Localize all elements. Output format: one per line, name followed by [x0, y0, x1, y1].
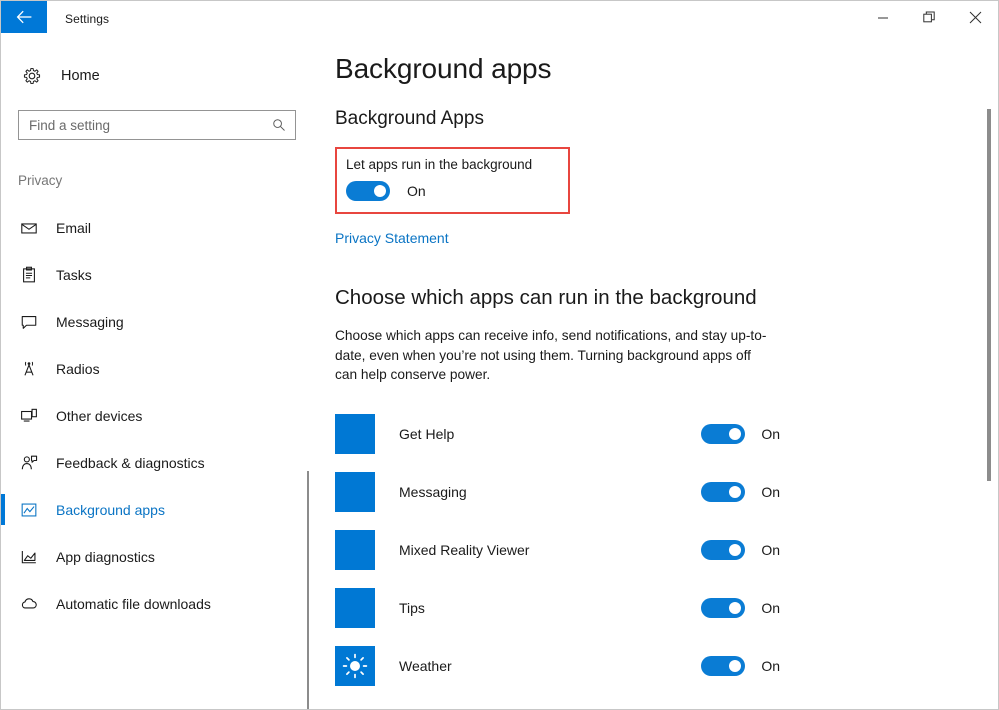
sidebar-item-label: Feedback & diagnostics: [56, 454, 205, 471]
app-toggle-switch[interactable]: [701, 481, 746, 502]
sun-icon: [342, 653, 368, 678]
app-row: Messaging On: [335, 463, 780, 521]
close-button[interactable]: [952, 1, 998, 34]
sidebar-home-label: Home: [61, 68, 100, 84]
sidebar-item-automatic-file-downloads[interactable]: Automatic file downloads: [1, 580, 309, 627]
master-toggle-row: On: [346, 181, 558, 201]
sidebar-item-background-apps[interactable]: Background apps: [1, 486, 309, 533]
app-toggle-state: On: [761, 657, 780, 674]
settings-window: Settings Home Find a setting Privacy Ema…: [0, 0, 999, 710]
chart-icon: [18, 548, 40, 566]
sidebar-item-messaging[interactable]: Messaging: [1, 298, 309, 345]
app-toggle-wrap: On: [701, 423, 780, 444]
app-toggle-switch[interactable]: [701, 597, 746, 618]
window-controls: [860, 1, 998, 34]
sidebar-item-other-devices[interactable]: Other devices: [1, 392, 309, 439]
toggle-knob: [729, 659, 742, 672]
blank-tile-icon: [335, 471, 375, 512]
search-input[interactable]: [19, 111, 295, 139]
sidebar-item-radios[interactable]: Radios: [1, 345, 309, 392]
sidebar-item-label: Automatic file downloads: [56, 595, 211, 612]
close-icon: [969, 11, 981, 24]
app-toggle-state: On: [761, 483, 780, 500]
sidebar-nav: Email Tasks Messaging Radios Other devic…: [1, 204, 309, 627]
minimize-icon: [878, 17, 888, 18]
app-name: Messaging: [399, 483, 467, 500]
sidebar-item-home[interactable]: Home: [1, 56, 309, 96]
app-toggle-wrap: On: [701, 481, 780, 502]
sidebar-item-email[interactable]: Email: [1, 204, 309, 251]
speech-bubble-icon: [18, 313, 40, 331]
search-icon: [272, 118, 286, 132]
sidebar-section-label: Privacy: [18, 173, 63, 188]
app-name: Tips: [399, 599, 425, 616]
blank-tile-icon: [335, 413, 375, 454]
weather-tile: [335, 645, 375, 686]
app-name: Get Help: [399, 425, 455, 442]
privacy-statement-link[interactable]: Privacy Statement: [335, 230, 449, 246]
master-toggle-state: On: [407, 183, 426, 199]
cloud-icon: [18, 595, 40, 613]
background-apps-icon: [18, 501, 40, 519]
minimize-button[interactable]: [860, 1, 906, 34]
sidebar-item-app-diagnostics[interactable]: App diagnostics: [1, 533, 309, 580]
app-toggle-wrap: On: [701, 539, 780, 560]
app-name: Weather: [399, 657, 452, 674]
sidebar: Home Privacy Email: [1, 36, 309, 709]
app-toggle-wrap: On: [701, 655, 780, 676]
sidebar-item-label: Messaging: [56, 313, 124, 330]
clipboard-icon: [18, 266, 40, 284]
app-toggle-switch[interactable]: [701, 423, 746, 444]
sidebar-item-label: Other devices: [56, 407, 143, 424]
sidebar-item-tasks[interactable]: Tasks: [1, 251, 309, 298]
app-toggle-state: On: [761, 425, 780, 442]
sidebar-item-label: Radios: [56, 360, 100, 377]
app-toggle-state: On: [761, 541, 780, 558]
back-button[interactable]: [1, 1, 47, 33]
main-scrollbar-thumb[interactable]: [987, 109, 991, 481]
sidebar-item-label: Tasks: [56, 266, 92, 283]
blank-tile-icon: [335, 529, 375, 570]
master-toggle-caption: Let apps run in the background: [346, 157, 533, 172]
app-toggle-state: On: [761, 599, 780, 616]
app-row: Get Help On: [335, 405, 780, 463]
master-toggle-highlight-box: Let apps run in the background On: [335, 147, 570, 214]
toggle-knob: [374, 185, 386, 197]
title-bar: Settings: [1, 1, 998, 36]
app-row: Mixed Reality Viewer On: [335, 521, 780, 579]
restore-button[interactable]: [906, 1, 952, 34]
app-row: Tips On: [335, 579, 780, 637]
window-title: Settings: [65, 11, 110, 26]
sidebar-scrollbar-thumb[interactable]: [307, 471, 309, 709]
app-toggle-wrap: On: [701, 597, 780, 618]
app-toggle-switch[interactable]: [701, 655, 746, 676]
antenna-icon: [18, 360, 40, 378]
sidebar-item-label: Background apps: [56, 501, 165, 518]
feedback-person-icon: [18, 454, 40, 472]
sidebar-item-label: App diagnostics: [56, 548, 155, 565]
envelope-icon: [18, 219, 40, 237]
app-toggle-switch[interactable]: [701, 539, 746, 560]
search-box[interactable]: [18, 110, 296, 140]
devices-icon: [18, 407, 40, 425]
toggle-knob: [729, 485, 742, 498]
restore-icon: [922, 11, 935, 23]
subsection-heading: Background Apps: [335, 108, 484, 129]
sidebar-item-feedback-diagnostics[interactable]: Feedback & diagnostics: [1, 439, 309, 486]
gear-icon: [21, 67, 43, 85]
section-description: Choose which apps can receive info, send…: [335, 328, 767, 382]
app-name: Mixed Reality Viewer: [399, 541, 530, 558]
page-title: Background apps: [335, 53, 552, 84]
master-toggle-switch[interactable]: [346, 181, 390, 201]
back-arrow-icon: [16, 10, 31, 24]
app-row: Weather On: [335, 637, 780, 695]
toggle-knob: [729, 601, 742, 614]
sidebar-item-label: Email: [56, 219, 92, 236]
toggle-knob: [729, 427, 742, 440]
main-content: Background apps Background Apps Let apps…: [310, 36, 998, 709]
blank-tile-icon: [335, 587, 375, 628]
section-title: Choose which apps can run in the backgro…: [335, 286, 757, 309]
app-list: Get Help On Messaging On Mixed Reality V…: [335, 405, 998, 695]
toggle-knob: [729, 543, 742, 556]
